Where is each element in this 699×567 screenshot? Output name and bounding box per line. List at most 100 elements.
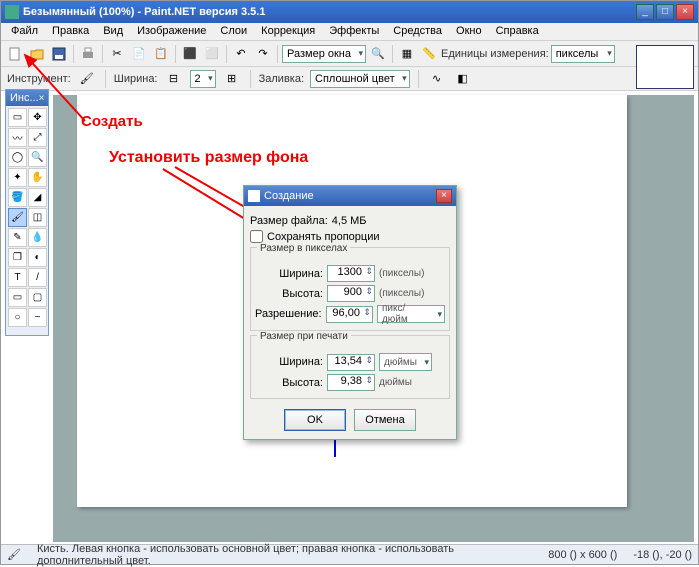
dialog-title: Создание xyxy=(264,190,436,202)
pixel-group-title: Размер в пикселах xyxy=(257,243,350,254)
antialias-button[interactable]: ∿ xyxy=(427,69,447,89)
crop-button[interactable]: ⬛ xyxy=(180,44,200,64)
move-tool[interactable]: ✥ xyxy=(28,108,47,127)
brush-width-combo[interactable]: 2 xyxy=(190,70,216,88)
grid-button[interactable]: ▦ xyxy=(397,44,417,64)
roundrect-tool[interactable]: ▢ xyxy=(28,288,47,307)
dialog-titlebar[interactable]: Создание × xyxy=(244,186,456,206)
disk-icon xyxy=(52,47,66,61)
window-titlebar: Безымянный (100%) - Paint.NET версия 3.5… xyxy=(1,1,698,23)
maximize-button[interactable]: □ xyxy=(656,4,674,20)
status-coords: -18 (), -20 () xyxy=(633,549,692,561)
zoom-tool-button[interactable]: 🔍 xyxy=(368,44,388,64)
status-dimensions: 800 () x 600 () xyxy=(548,549,617,561)
resolution-unit-combo[interactable]: пикс/дюйм xyxy=(377,305,445,323)
ok-button[interactable]: OK xyxy=(284,409,346,431)
lasso-tool[interactable]: 〰 xyxy=(8,128,27,147)
ellipse-tool[interactable]: ○ xyxy=(8,308,27,327)
new-image-dialog: Создание × Размер файла: 4,5 МБ Сохранят… xyxy=(243,185,457,440)
zoom-tool[interactable]: 🔍 xyxy=(28,148,47,167)
zoom-combo[interactable]: Размер окна xyxy=(282,45,366,63)
units-label: Единицы измерения: xyxy=(441,48,549,60)
copy-button[interactable]: 📄 xyxy=(129,44,149,64)
toolbox-close-icon[interactable]: × xyxy=(39,93,45,104)
deselect-button[interactable]: ⬜ xyxy=(202,44,222,64)
file-icon xyxy=(8,47,22,61)
move-selection-tool[interactable]: ⤢ xyxy=(28,128,47,147)
close-button[interactable]: × xyxy=(676,4,694,20)
ellipse-select-tool[interactable]: ◯ xyxy=(8,148,27,167)
blend-button[interactable]: ◧ xyxy=(453,69,473,89)
minimize-button[interactable]: _ xyxy=(636,4,654,20)
current-tool-icon[interactable]: 🖌 xyxy=(77,69,97,89)
menu-help[interactable]: Справка xyxy=(490,24,545,39)
rect-tool[interactable]: ▭ xyxy=(8,288,27,307)
filesize-label: Размер файла: xyxy=(250,215,328,227)
print-height-unit: дюймы xyxy=(379,377,425,388)
print-button[interactable] xyxy=(78,44,98,64)
separator xyxy=(418,70,419,88)
separator xyxy=(105,70,106,88)
paste-button[interactable]: 📋 xyxy=(151,44,171,64)
separator xyxy=(392,45,393,63)
eraser-tool[interactable]: ◫ xyxy=(28,208,47,227)
menu-layers[interactable]: Слои xyxy=(214,24,253,39)
folder-icon xyxy=(30,47,44,61)
fill-label: Заливка: xyxy=(259,73,304,85)
brush-tool[interactable]: 🖌 xyxy=(8,208,27,227)
line-tool[interactable]: / xyxy=(28,268,47,287)
resolution-label: Разрешение: xyxy=(255,308,322,320)
menu-tools[interactable]: Средства xyxy=(387,24,448,39)
menu-adjust[interactable]: Коррекция xyxy=(255,24,321,39)
menu-edit[interactable]: Правка xyxy=(46,24,95,39)
menu-window[interactable]: Окно xyxy=(450,24,488,39)
print-size-group: Размер при печати Ширина: 13,54 дюймы Вы… xyxy=(250,335,450,399)
print-width-unit-combo[interactable]: дюймы xyxy=(379,353,432,371)
menu-image[interactable]: Изображение xyxy=(131,24,212,39)
keep-aspect-checkbox[interactable]: Сохранять пропорции xyxy=(250,230,450,243)
save-button[interactable] xyxy=(49,44,69,64)
keep-aspect-label: Сохранять пропорции xyxy=(267,231,380,243)
dialog-buttons: OK Отмена xyxy=(250,403,450,433)
recolor-tool[interactable]: ◐ xyxy=(28,248,47,267)
wand-tool[interactable]: ✦ xyxy=(8,168,27,187)
cancel-button[interactable]: Отмена xyxy=(354,409,416,431)
pan-tool[interactable]: ✋ xyxy=(28,168,47,187)
cut-button[interactable]: ✂ xyxy=(107,44,127,64)
width-minus-button[interactable]: ⊟ xyxy=(164,69,184,89)
pencil-tool[interactable]: ✎ xyxy=(8,228,27,247)
menu-effects[interactable]: Эффекты xyxy=(323,24,385,39)
toolbox-titlebar[interactable]: Инс... × xyxy=(6,90,48,106)
undo-button[interactable]: ↶ xyxy=(231,44,251,64)
open-button[interactable] xyxy=(27,44,47,64)
menu-file[interactable]: Файл xyxy=(5,24,44,39)
printer-icon xyxy=(81,47,95,61)
menu-bar: Файл Правка Вид Изображение Слои Коррекц… xyxy=(1,23,698,41)
units-combo[interactable]: пикселы xyxy=(551,45,615,63)
height-unit: (пикселы) xyxy=(379,288,425,299)
resolution-input[interactable]: 96,00 xyxy=(326,306,373,323)
width-input[interactable]: 1300 xyxy=(327,265,375,282)
redo-button[interactable]: ↷ xyxy=(253,44,273,64)
rect-select-tool[interactable]: ▭ xyxy=(8,108,27,127)
freeform-tool[interactable]: ~ xyxy=(28,308,47,327)
gradient-tool[interactable]: ◢ xyxy=(28,188,47,207)
picker-tool[interactable]: 💧 xyxy=(28,228,47,247)
print-height-input[interactable]: 9,38 xyxy=(327,374,375,391)
text-tool[interactable]: T xyxy=(8,268,27,287)
menu-view[interactable]: Вид xyxy=(97,24,129,39)
dialog-close-button[interactable]: × xyxy=(436,189,452,203)
clone-tool[interactable]: ❐ xyxy=(8,248,27,267)
ruler-button[interactable]: 📏 xyxy=(419,44,439,64)
new-button[interactable] xyxy=(5,44,25,64)
width-plus-button[interactable]: ⊞ xyxy=(222,69,242,89)
tool-label: Инструмент: xyxy=(7,73,71,85)
fill-tool[interactable]: 🪣 xyxy=(8,188,27,207)
preview-thumbnail[interactable] xyxy=(636,45,694,89)
print-width-input[interactable]: 13,54 xyxy=(327,354,375,371)
print-group-title: Размер при печати xyxy=(257,331,351,342)
keep-aspect-input[interactable] xyxy=(250,230,263,243)
fill-combo[interactable]: Сплошной цвет xyxy=(310,70,410,88)
separator xyxy=(73,45,74,63)
height-input[interactable]: 900 xyxy=(327,285,375,302)
